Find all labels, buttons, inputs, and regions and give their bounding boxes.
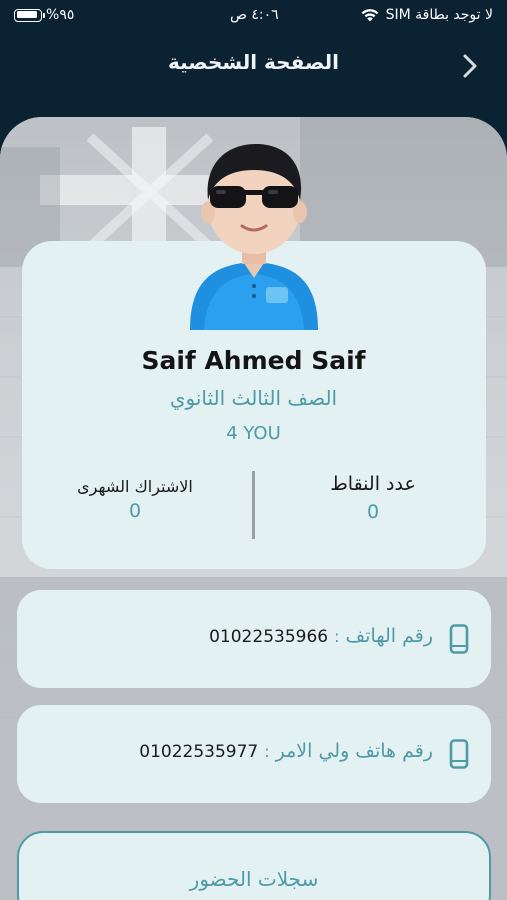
- student-group: 4 YOU: [226, 423, 281, 444]
- page-title: الصفحة الشخصية: [167, 50, 340, 74]
- carrier-status: لا توجد بطاقة SIM: [360, 7, 493, 23]
- points-value: 0: [366, 501, 380, 523]
- parent-phone-card: رقم هاتف ولي الامر : 01022535977: [17, 705, 491, 803]
- points-label: عدد النقاط: [330, 473, 416, 495]
- subscription-label: الاشتراك الشهرى: [77, 477, 193, 496]
- attendance-records-label: سجلات الحضور: [189, 867, 319, 891]
- student-grade: الصف الثالث الثانوي: [169, 386, 338, 410]
- phone-card: رقم الهاتف : 01022535966: [17, 590, 491, 688]
- subscription-stat: الاشتراك الشهرى 0: [45, 477, 225, 522]
- navigation-bar: الصفحة الشخصية: [0, 32, 507, 100]
- student-name: Saif Ahmed Saif: [141, 346, 366, 375]
- mobile-phone-icon: [449, 624, 469, 654]
- subscription-value: 0: [128, 500, 142, 522]
- parent-phone-number: 01022535977: [139, 742, 259, 762]
- wifi-icon: [361, 9, 378, 22]
- status-bar: %٩٥ ٤:٠٦ ص لا توجد بطاقة SIM: [0, 0, 507, 32]
- battery-percent: %٩٥: [46, 7, 75, 23]
- avatar: [190, 144, 318, 330]
- battery-icon: [14, 8, 45, 22]
- parent-phone-label: رقم هاتف ولي الامر: [275, 740, 433, 762]
- phone-row: رقم الهاتف : 01022535966: [209, 625, 433, 647]
- parent-phone-colon: :: [264, 742, 270, 761]
- attendance-records-button[interactable]: سجلات الحضور: [17, 831, 491, 900]
- stats-divider: [252, 471, 255, 539]
- points-stat: عدد النقاط 0: [300, 473, 446, 523]
- carrier-label: لا توجد بطاقة SIM: [385, 7, 493, 23]
- phone-label: رقم الهاتف: [345, 625, 433, 647]
- phone-number: 01022535966: [209, 627, 329, 647]
- phone-colon: :: [334, 627, 340, 646]
- mobile-phone-icon: [449, 739, 469, 769]
- clock: ٤:٠٦ ص: [230, 7, 279, 23]
- parent-phone-row: رقم هاتف ولي الامر : 01022535977: [139, 740, 433, 762]
- chevron-right-icon[interactable]: [457, 52, 481, 80]
- battery-level: [16, 11, 38, 18]
- battery-status: %٩٥: [14, 7, 74, 23]
